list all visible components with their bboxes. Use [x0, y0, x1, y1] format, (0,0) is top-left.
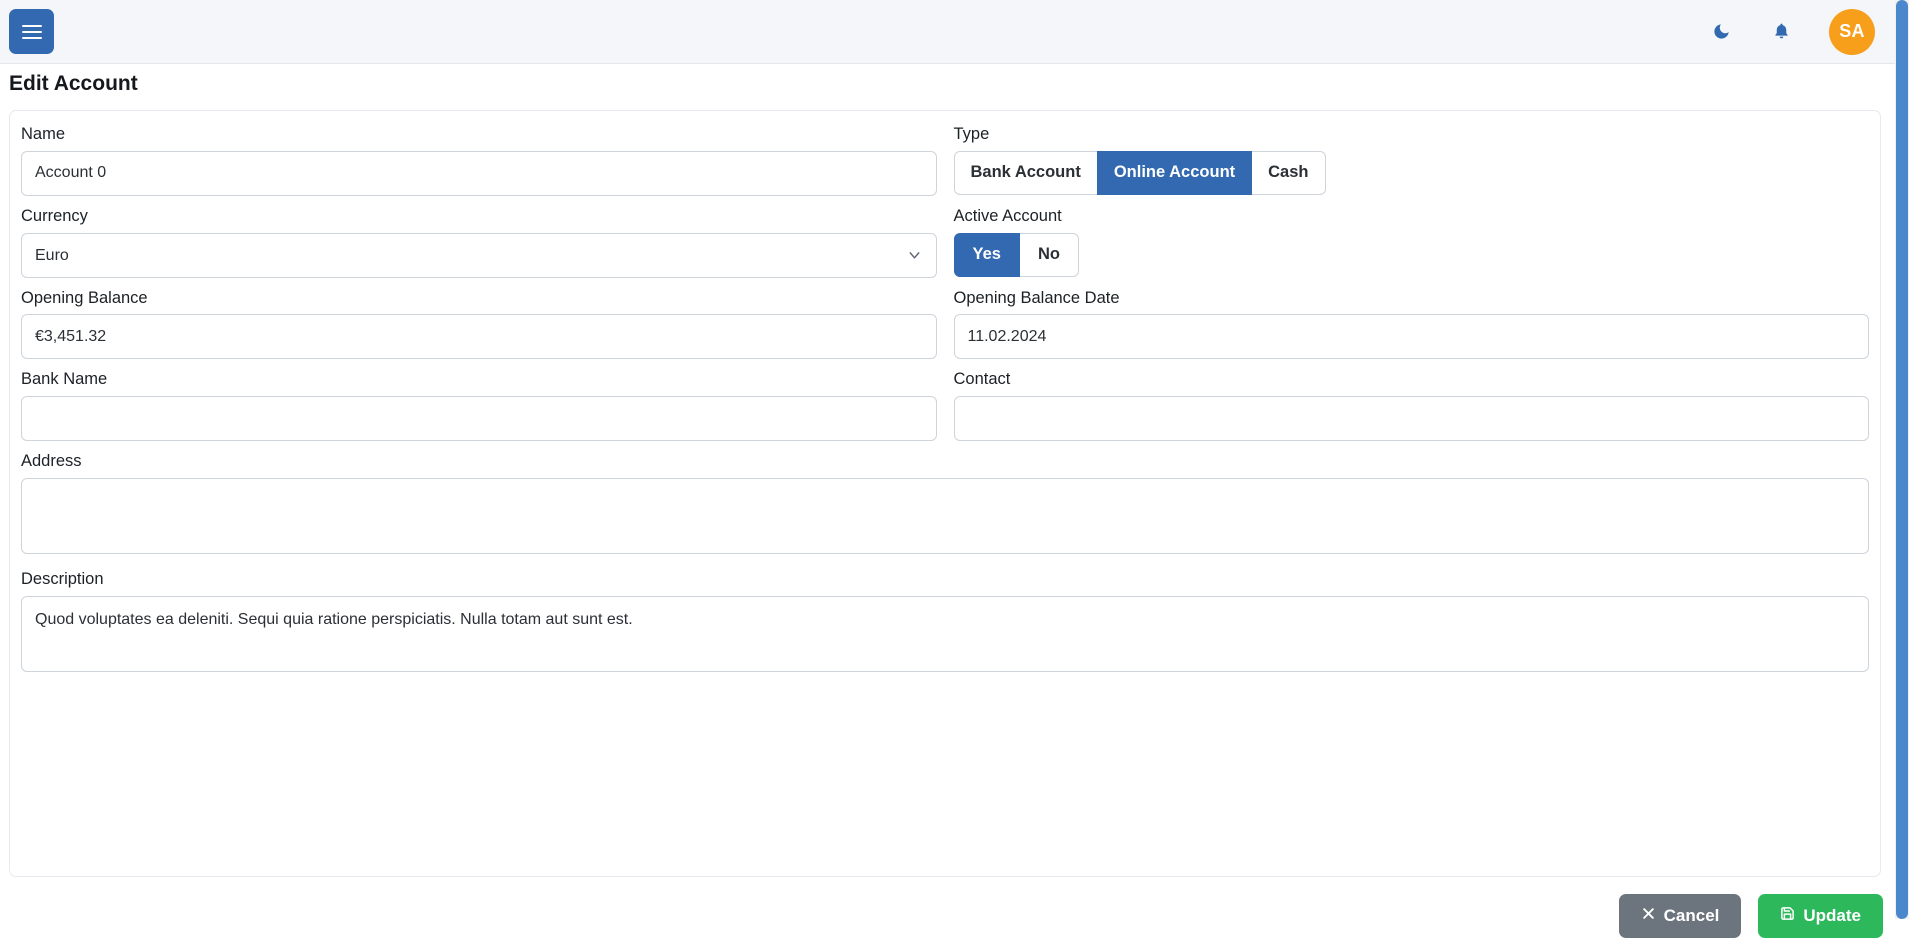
label-description: Description [21, 570, 1869, 590]
topbar-actions: SA [1709, 9, 1895, 55]
type-option-cash[interactable]: Cash [1251, 151, 1325, 195]
name-input[interactable] [21, 151, 937, 196]
contact-input[interactable] [954, 396, 1870, 441]
page-title: Edit Account [9, 72, 138, 96]
avatar-initials: SA [1839, 21, 1865, 42]
field-type: Type Bank Account Online Account Cash [954, 125, 1870, 196]
moon-icon[interactable] [1709, 20, 1733, 44]
sidebar-toggle-button[interactable] [9, 9, 54, 54]
label-currency: Currency [21, 207, 937, 227]
type-button-group: Bank Account Online Account Cash [954, 151, 1326, 195]
cancel-button-label: Cancel [1664, 906, 1720, 926]
field-bank-name: Bank Name [21, 370, 937, 441]
form-grid: Name Type Bank Account Online Account Ca… [21, 125, 1869, 688]
address-textarea[interactable] [21, 478, 1869, 554]
bank-name-input[interactable] [21, 396, 937, 441]
field-currency: Currency Euro [21, 207, 937, 278]
field-description: Description [21, 570, 1869, 677]
form-actions: Cancel Update [1619, 894, 1883, 938]
label-contact: Contact [954, 370, 1870, 390]
label-type: Type [954, 125, 1870, 145]
active-account-button-group: Yes No [954, 233, 1079, 277]
cancel-button[interactable]: Cancel [1619, 894, 1742, 938]
label-bank-name: Bank Name [21, 370, 937, 390]
user-avatar[interactable]: SA [1829, 9, 1875, 55]
save-icon [1780, 906, 1795, 926]
opening-balance-date-input[interactable] [954, 314, 1870, 359]
bell-icon[interactable] [1769, 20, 1793, 44]
close-icon [1641, 906, 1656, 926]
update-button[interactable]: Update [1758, 894, 1883, 938]
type-option-online-account[interactable]: Online Account [1097, 151, 1252, 195]
update-button-label: Update [1803, 906, 1861, 926]
active-account-option-yes[interactable]: Yes [954, 233, 1020, 277]
label-opening-balance-date: Opening Balance Date [954, 289, 1870, 309]
label-name: Name [21, 125, 937, 145]
type-option-bank-account[interactable]: Bank Account [954, 151, 1098, 195]
field-address: Address [21, 452, 1869, 559]
label-opening-balance: Opening Balance [21, 289, 937, 309]
description-textarea[interactable] [21, 596, 1869, 672]
opening-balance-input[interactable] [21, 314, 937, 359]
field-opening-balance: Opening Balance [21, 289, 937, 360]
label-active-account: Active Account [954, 207, 1870, 227]
field-active-account: Active Account Yes No [954, 207, 1870, 278]
currency-select-wrapper: Euro [21, 233, 937, 278]
page-scrollbar-thumb[interactable] [1896, 0, 1908, 919]
page-scrollbar-track[interactable] [1895, 0, 1909, 919]
field-opening-balance-date: Opening Balance Date [954, 289, 1870, 360]
label-address: Address [21, 452, 1869, 472]
active-account-option-no[interactable]: No [1019, 233, 1079, 277]
top-navbar: SA [0, 0, 1895, 64]
field-name: Name [21, 125, 937, 196]
hamburger-icon [22, 21, 42, 43]
field-contact: Contact [954, 370, 1870, 441]
edit-account-card: Name Type Bank Account Online Account Ca… [9, 110, 1881, 877]
currency-select[interactable]: Euro [21, 233, 937, 278]
form-body: Name Type Bank Account Online Account Ca… [10, 111, 1880, 688]
